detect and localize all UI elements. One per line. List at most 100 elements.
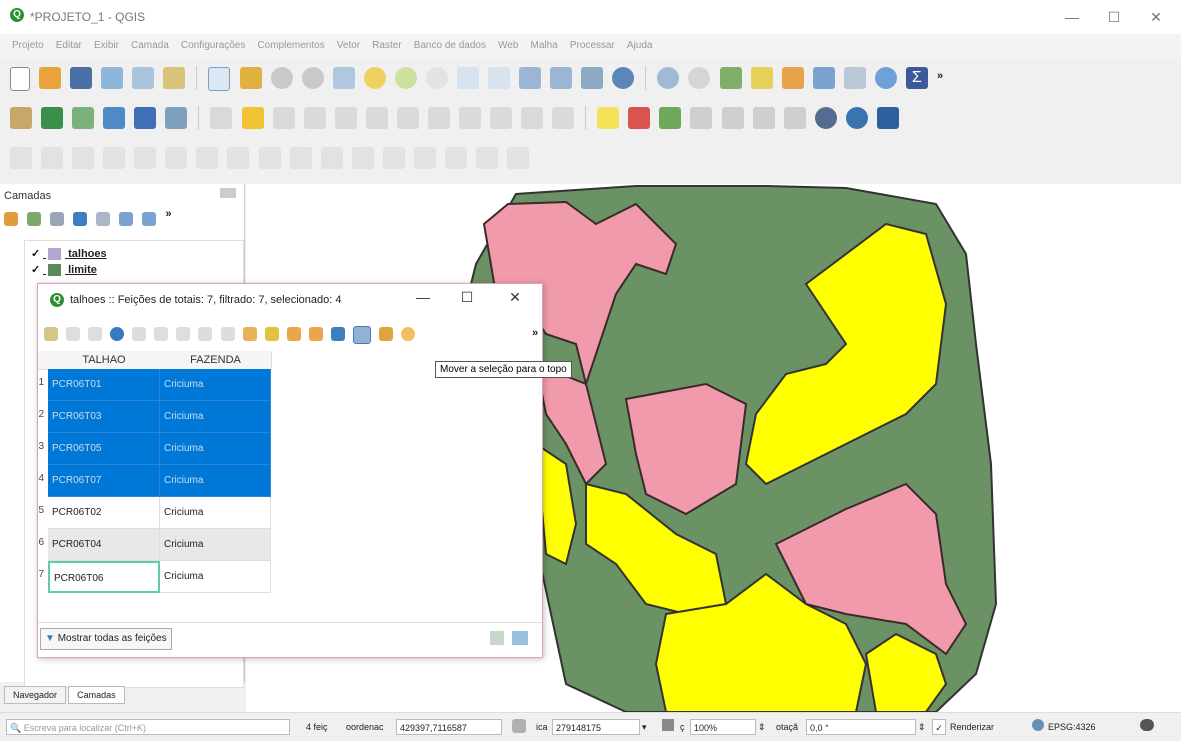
cell-talhao[interactable]: PCR06T06 [48, 561, 160, 593]
split-parts-icon[interactable] [382, 147, 405, 169]
menu-configuracoes[interactable]: Configurações [181, 34, 245, 58]
dialog-close-button[interactable]: ✕ [500, 289, 530, 306]
deselect-features-icon[interactable] [781, 67, 804, 89]
zoom-full-icon[interactable] [332, 67, 355, 89]
zoom-out-icon[interactable] [301, 67, 324, 89]
save-edits-icon[interactable] [272, 107, 295, 129]
modify-attributes-icon[interactable] [365, 107, 388, 129]
magnifier-field[interactable]: 100% [690, 719, 756, 735]
maximize-button[interactable]: ☐ [1094, 6, 1134, 28]
cell-fazenda[interactable]: Criciuma [160, 433, 271, 465]
change-label-icon[interactable] [752, 107, 775, 129]
move-selection-to-top-icon[interactable] [352, 326, 371, 344]
delete-part-icon[interactable] [258, 147, 281, 169]
cell-fazenda[interactable]: Criciuma [160, 401, 271, 433]
show-all-features-button[interactable]: ▼ Mostrar todas as feições [40, 628, 172, 650]
zoom-to-selection-icon[interactable] [363, 67, 386, 89]
filter-expression-icon[interactable] [96, 212, 111, 226]
advanced-digitizing-icon[interactable] [10, 147, 32, 169]
dialog-minimize-button[interactable]: — [408, 289, 438, 305]
cut-icon[interactable] [176, 327, 191, 341]
panel-float-close-icon[interactable] [220, 188, 236, 198]
row-number[interactable]: 2 [38, 409, 44, 420]
row-number[interactable]: 1 [38, 377, 44, 388]
menu-web[interactable]: Web [498, 34, 518, 58]
filter-legend-icon[interactable] [73, 212, 88, 226]
row-number[interactable]: 7 [38, 569, 44, 580]
redo-icon[interactable] [552, 107, 575, 129]
sum-icon[interactable]: Σ [905, 67, 928, 89]
minimize-button[interactable]: — [1052, 6, 1092, 28]
pan-to-selection-icon[interactable] [239, 67, 262, 89]
menu-editar[interactable]: Editar [56, 34, 82, 58]
new-print-layout-icon[interactable] [101, 67, 124, 89]
plugin-icon[interactable] [814, 107, 837, 129]
select-by-value-icon[interactable] [750, 67, 773, 89]
column-header-talhao[interactable]: TALHAO [48, 351, 161, 370]
cell-talhao[interactable]: PCR06T03 [48, 401, 160, 433]
zoom-in-icon[interactable] [270, 67, 293, 89]
rotation-field[interactable]: 0,0 ° [806, 719, 916, 735]
reload-table-icon[interactable] [110, 327, 125, 341]
fill-ring-icon[interactable] [196, 147, 219, 169]
new-3d-map-view-icon[interactable] [550, 67, 573, 89]
coordinate-field[interactable]: 429397,7116587 [396, 719, 502, 735]
tab-camadas[interactable]: Camadas [68, 686, 125, 704]
tab-navegador[interactable]: Navegador [4, 686, 67, 704]
cell-talhao[interactable]: PCR06T04 [48, 529, 160, 561]
expand-all-icon[interactable] [119, 212, 134, 226]
cell-talhao[interactable]: PCR06T01 [48, 369, 160, 401]
scale-field[interactable]: 279148175 [552, 719, 640, 735]
merge-attributes-icon[interactable] [444, 147, 467, 169]
zoom-last-icon[interactable] [456, 67, 479, 89]
cell-talhao[interactable]: PCR06T07 [48, 465, 160, 497]
add-raster-layer-icon[interactable] [165, 107, 188, 129]
row-number[interactable]: 4 [38, 473, 44, 484]
layer-checkbox[interactable]: ✓ [31, 263, 43, 277]
add-group-icon[interactable] [27, 212, 42, 226]
python-console-icon[interactable] [845, 107, 868, 129]
new-map-view-icon[interactable] [519, 67, 542, 89]
add-polygon-icon[interactable] [303, 107, 326, 129]
curve-icon[interactable] [41, 147, 64, 169]
toolbar-overflow-button[interactable]: » [937, 70, 943, 82]
rotate-feature-icon[interactable] [72, 147, 95, 169]
layer-checkbox[interactable]: ✓ [31, 247, 43, 261]
style-panel-icon[interactable] [4, 212, 18, 226]
visibility-icon[interactable] [50, 212, 65, 226]
zoom-next-icon[interactable] [488, 67, 510, 89]
rotation-spinner-icon[interactable]: ⇕ [918, 719, 926, 735]
highlight-labels-icon[interactable] [659, 107, 682, 129]
identify-features-icon[interactable] [657, 67, 680, 89]
save-project-icon[interactable] [70, 67, 93, 89]
select-features-icon[interactable] [719, 67, 742, 89]
merge-features-icon[interactable] [413, 147, 436, 169]
layers-toolbar-overflow[interactable]: » [165, 208, 171, 220]
zoom-to-selected-icon[interactable] [401, 327, 415, 341]
menu-camada[interactable]: Camada [131, 34, 169, 58]
paste-features-icon[interactable] [490, 107, 512, 129]
paste-icon[interactable] [220, 327, 235, 341]
add-ring-icon[interactable] [134, 147, 157, 169]
dialog-toolbar-overflow[interactable]: » [532, 327, 538, 339]
cut-features-icon[interactable] [427, 107, 450, 129]
add-feature-icon[interactable] [132, 327, 147, 341]
crs-globe-icon[interactable] [1032, 719, 1044, 731]
cell-fazenda[interactable]: Criciuma [160, 497, 271, 529]
vertex-tool-icon[interactable] [334, 107, 357, 129]
vertex-editor-icon[interactable] [507, 147, 529, 169]
layer-item-limite[interactable]: ✓ limite [31, 263, 243, 277]
offset-curve-icon[interactable] [320, 147, 343, 169]
menu-raster[interactable]: Raster [372, 34, 401, 58]
menu-processar[interactable]: Processar [570, 34, 615, 58]
messages-icon[interactable] [1140, 719, 1154, 731]
cell-fazenda[interactable]: Criciuma [160, 561, 271, 593]
render-checkbox[interactable]: ✓ [932, 719, 946, 735]
table-view-icon[interactable] [512, 631, 528, 645]
delete-ring-icon[interactable] [227, 147, 250, 169]
layer-item-talhoes[interactable]: ✓ talhoes [31, 247, 243, 261]
current-edits-icon[interactable] [210, 107, 233, 129]
statistical-summary-icon[interactable] [843, 67, 866, 89]
dialog-maximize-button[interactable]: ☐ [452, 289, 482, 306]
new-project-icon[interactable] [10, 67, 30, 91]
